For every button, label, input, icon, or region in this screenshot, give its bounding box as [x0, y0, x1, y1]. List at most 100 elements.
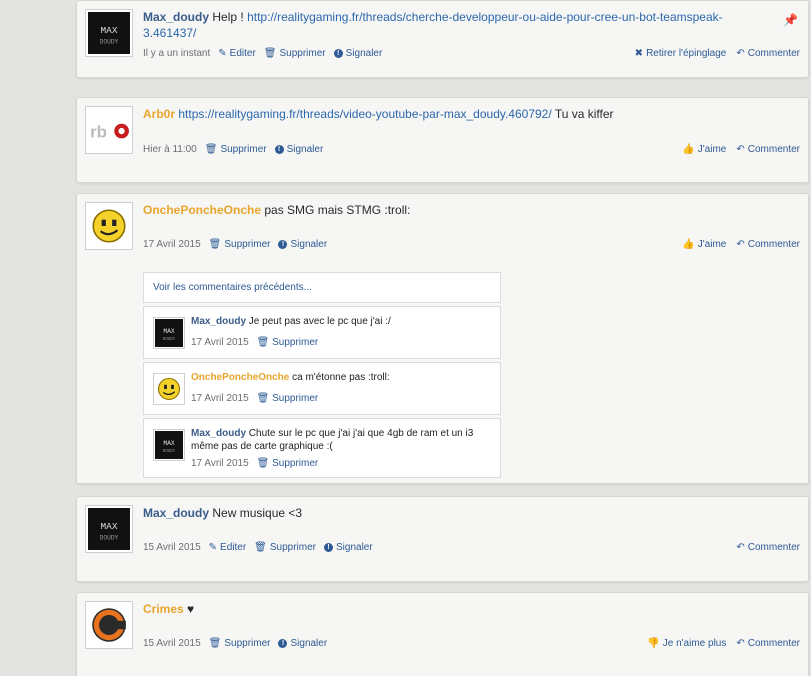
comment-button[interactable]: ↶ Commenter [736, 542, 800, 553]
unlike-label: Je n'aime plus [662, 638, 727, 649]
comment-meta: 17 Avril 2015 🗑 Supprimer [191, 458, 318, 469]
post-date: Hier à 11:00 [143, 144, 197, 155]
reply-arrow-icon: ↶ [736, 637, 745, 649]
comment-label: Commenter [747, 239, 800, 250]
comment-author[interactable]: Max_doudy [191, 428, 246, 439]
post-message: Crimes ♥ [143, 601, 772, 617]
comment-button[interactable]: ↶ Commenter [736, 48, 800, 59]
profile-post: rb Arb0r https://realitygaming.fr/thread… [76, 97, 809, 183]
post-author[interactable]: OnchePoncheOnche [143, 203, 261, 217]
edit-label: Editer [220, 542, 247, 553]
delete-label: Supprimer [224, 239, 271, 250]
post-text: ♥ [187, 602, 195, 616]
profile-post: MAX DOUDY Max_doudy New musique <3 15 Avr… [76, 496, 809, 582]
post-text: Help ! [212, 10, 244, 24]
trash-icon: 🗑 [208, 637, 222, 649]
trash-icon: 🗑 [256, 393, 270, 404]
comment-button[interactable]: ↶ Commenter [736, 144, 800, 155]
pencil-icon: ✎ [208, 541, 218, 553]
post-author[interactable]: Max_doudy [143, 506, 209, 520]
comment-message: Max_doudy Je peut pas avec le pc que j'a… [191, 315, 494, 328]
post-meta: Il y a un instant ✎ Editer 🗑 Supprimer ! Si… [143, 48, 382, 59]
comment-message: OnchePoncheOnche ca m'étonne pas :troll: [191, 371, 494, 384]
post-text: pas SMG mais STMG :troll: [264, 203, 411, 217]
post-link[interactable]: https://realitygaming.fr/threads/video-y… [178, 107, 551, 121]
like-label: J'aime [697, 239, 727, 250]
delete-button[interactable]: 🗑 Supprimer [257, 458, 319, 469]
post-message: Max_doudy New musique <3 [143, 505, 772, 521]
edit-button[interactable]: ✎ Editer [218, 48, 256, 59]
like-button[interactable]: 👍 J'aime [682, 239, 726, 250]
svg-text:DOUDY: DOUDY [100, 39, 119, 46]
report-label: Signaler [345, 48, 383, 59]
svg-text:MAX: MAX [163, 440, 175, 447]
trash-icon: 🗑 [263, 47, 277, 59]
avatar[interactable] [85, 601, 133, 649]
avatar[interactable]: MAX DOUDY [85, 505, 133, 553]
report-button[interactable]: ! Signaler [324, 542, 373, 553]
delete-label: Supprimer [272, 458, 319, 469]
post-author[interactable]: Arb0r [143, 107, 175, 121]
report-label: Signaler [290, 638, 328, 649]
post-text: New musique <3 [212, 506, 303, 520]
pencil-icon: ✎ [218, 47, 227, 59]
trash-icon: 🗑 [208, 238, 222, 250]
post-author[interactable]: Crimes [143, 602, 184, 616]
thumbs-down-icon: 👎 [647, 637, 660, 649]
post-date: Il y a un instant [143, 48, 211, 59]
reply-arrow-icon: ↶ [736, 238, 745, 250]
thumbs-up-icon: 👍 [682, 238, 695, 250]
comment-date: 17 Avril 2015 [191, 393, 249, 404]
report-button[interactable]: ! Signaler [333, 48, 383, 59]
trash-icon: 🗑 [256, 337, 270, 348]
avatar[interactable]: MAX DOUDY [153, 429, 185, 461]
comment-meta: 17 Avril 2015 🗑 Supprimer [191, 393, 318, 404]
delete-button[interactable]: 🗑 Supprimer [264, 48, 326, 59]
post-message: OnchePoncheOnche pas SMG mais STMG :trol… [143, 202, 772, 218]
post-date: 15 Avril 2015 [143, 638, 201, 649]
delete-button[interactable]: 🗑 Supprimer [205, 144, 267, 155]
post-meta: 17 Avril 2015 🗑 Supprimer ! Signaler [143, 239, 327, 250]
profile-post: MAX DOUDY Max_doudy Help ! http://reality… [76, 0, 809, 78]
comment-meta: 17 Avril 2015 🗑 Supprimer [191, 337, 318, 348]
report-button[interactable]: ! Signaler [278, 239, 327, 250]
like-button[interactable]: 👍 J'aime [682, 144, 726, 155]
report-button[interactable]: ! Signaler [274, 144, 323, 155]
svg-text:DOUDY: DOUDY [163, 450, 176, 454]
comment-button[interactable]: ↶ Commenter [736, 239, 800, 250]
edit-button[interactable]: ✎ Editer [209, 542, 247, 553]
svg-text:MAX: MAX [101, 521, 118, 532]
comment-label: Commenter [747, 144, 800, 155]
post-author[interactable]: Max_doudy [143, 10, 209, 24]
avatar[interactable]: MAX DOUDY [85, 9, 133, 57]
warning-icon: ! [278, 240, 288, 249]
delete-label: Supprimer [224, 638, 271, 649]
comment-author[interactable]: OnchePoncheOnche [191, 372, 289, 383]
unpin-button[interactable]: ✖ Retirer l'épinglage [635, 48, 727, 59]
post-meta: Hier à 11:00 🗑 Supprimer ! Signaler [143, 144, 323, 155]
warning-icon: ! [274, 145, 284, 154]
comment-button[interactable]: ↶ Commenter [736, 638, 800, 649]
avatar[interactable] [85, 202, 133, 250]
avatar[interactable]: rb [85, 106, 133, 154]
svg-text:DOUDY: DOUDY [100, 535, 119, 542]
unlike-button[interactable]: 👎 Je n'aime plus [647, 638, 726, 649]
delete-button[interactable]: 🗑 Supprimer [257, 337, 319, 348]
post-meta: 15 Avril 2015 ✎ Editer 🗑 Supprimer ! Signal… [143, 542, 373, 553]
avatar[interactable] [153, 373, 185, 405]
delete-button[interactable]: 🗑 Supprimer [254, 542, 316, 553]
profile-post: OnchePoncheOnche pas SMG mais STMG :trol… [76, 193, 809, 484]
avatar[interactable]: MAX DOUDY [153, 317, 185, 349]
warning-icon: ! [333, 49, 343, 58]
post-meta: 15 Avril 2015 🗑 Supprimer ! Signaler [143, 638, 327, 649]
delete-button[interactable]: 🗑 Supprimer [209, 239, 271, 250]
delete-button[interactable]: 🗑 Supprimer [257, 393, 319, 404]
delete-button[interactable]: 🗑 Supprimer [209, 638, 271, 649]
report-button[interactable]: ! Signaler [278, 638, 327, 649]
comment-author[interactable]: Max_doudy [191, 316, 246, 327]
show-previous-comments-link[interactable]: Voir les commentaires précédents... [143, 272, 501, 303]
reply-arrow-icon: ↶ [736, 541, 745, 553]
delete-label: Supprimer [269, 542, 316, 553]
delete-label: Supprimer [279, 48, 326, 59]
post-date: 17 Avril 2015 [143, 239, 201, 250]
